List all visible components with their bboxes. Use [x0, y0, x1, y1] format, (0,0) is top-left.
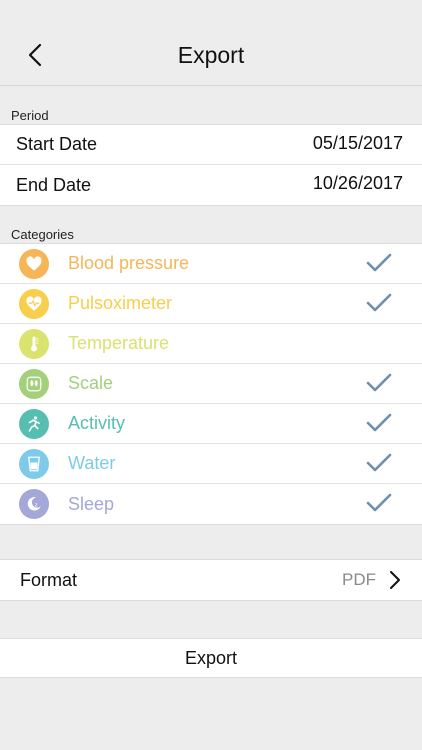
format-group: Format PDF	[0, 559, 422, 601]
category-row-activity[interactable]: Activity	[0, 404, 422, 444]
checkmark-icon	[366, 253, 392, 272]
category-name: Blood pressure	[68, 253, 190, 273]
start-date-value: 05/15/2017	[312, 133, 403, 153]
thermometer-icon	[19, 329, 49, 359]
end-date-row[interactable]: End Date 10/26/2017	[0, 165, 422, 205]
moon-icon: z	[19, 489, 49, 519]
checkmark-icon	[366, 413, 392, 432]
svg-text:z: z	[35, 502, 38, 508]
category-name: Scale	[68, 373, 114, 393]
category-row-scale[interactable]: Scale	[0, 364, 422, 404]
start-date-label: Start Date	[16, 134, 98, 154]
format-row[interactable]: Format PDF	[0, 560, 422, 600]
navigation-bar: Export	[0, 0, 422, 86]
categories-group: Blood pressure Pulsoximeter Temperature …	[0, 243, 422, 525]
category-name: Water	[68, 453, 116, 473]
end-date-label: End Date	[16, 174, 92, 195]
category-name: Temperature	[68, 333, 170, 353]
footprints-icon	[19, 369, 49, 399]
start-date-row[interactable]: Start Date 05/15/2017	[0, 125, 422, 165]
checkmark-icon	[366, 453, 392, 472]
category-name: Pulsoximeter	[68, 293, 173, 313]
categories-section-label: Categories	[11, 227, 74, 242]
pulse-heart-icon	[19, 289, 49, 319]
category-row-sleep[interactable]: z Sleep	[0, 484, 422, 524]
heart-icon	[19, 249, 49, 279]
category-row-water[interactable]: Water	[0, 444, 422, 484]
format-label: Format	[20, 569, 78, 590]
category-row-temperature[interactable]: Temperature	[0, 324, 422, 364]
export-button[interactable]: Export	[0, 638, 422, 678]
category-name: Sleep	[68, 493, 115, 514]
checkmark-icon	[366, 493, 392, 512]
end-date-value: 10/26/2017	[312, 173, 403, 193]
page-title: Export	[177, 42, 245, 68]
category-row-blood-pressure[interactable]: Blood pressure	[0, 244, 422, 284]
format-value: PDF	[342, 570, 376, 589]
runner-icon	[19, 409, 49, 439]
checkmark-icon	[366, 293, 392, 312]
period-group: Start Date 05/15/2017 End Date 10/26/201…	[0, 124, 422, 206]
category-name: Activity	[68, 413, 126, 433]
glass-icon	[19, 449, 49, 479]
category-row-pulsoximeter[interactable]: Pulsoximeter	[0, 284, 422, 324]
chevron-right-icon	[390, 571, 400, 589]
checkmark-icon	[366, 373, 392, 392]
period-section-label: Period	[11, 108, 49, 123]
